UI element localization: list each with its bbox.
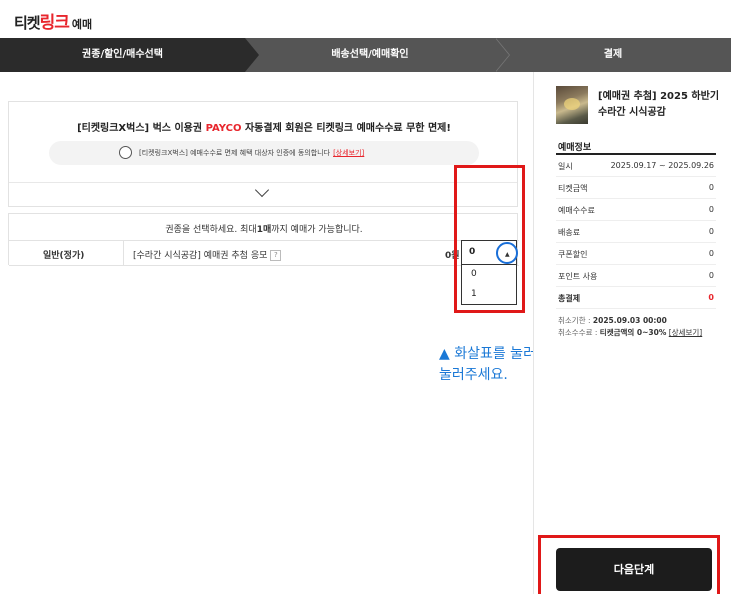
promo-title: [티켓링크X벅스] 벅스 이용권 PAYCO 자동결제 회원은 티켓링크 예매수… [9, 119, 519, 134]
summary-value: 0 [708, 249, 714, 258]
quantity-option-0[interactable]: 0 [471, 269, 477, 279]
ticket-separator [123, 241, 124, 265]
agree-row: [티켓링크X벅스] 예매수수료 면제 혜택 대상자 인증에 동의합니다 [상세보기… [49, 141, 479, 165]
summary-value: 0 [708, 183, 714, 192]
cancel-info: 취소기한 : 2025.09.03 00:00 취소수수료 : 티켓금액의 0~… [558, 315, 702, 339]
summary-label: 총결제 [558, 294, 581, 303]
cancel-fee-detail-link[interactable]: [상세보기] [669, 328, 702, 337]
next-step-button[interactable]: 다음단계 [556, 548, 712, 591]
ticket-info: 권종을 선택하세요. 최대1매까지 예매가 가능합니다. [9, 222, 519, 235]
summary-value: 2025.09.17 ~ 2025.09.26 [610, 161, 714, 170]
logo-text-2: 링크 [39, 13, 70, 33]
summary-row-total: 총결제 0 [556, 287, 716, 309]
step-1-current: 권종/할인/매수선택 [0, 38, 245, 72]
summary-value: 0 [708, 205, 714, 214]
quantity-select[interactable]: 0 ▲ [461, 240, 518, 265]
ticket-info-suffix: 까지 예매가 가능합니다. [271, 225, 363, 235]
summary-value: 0 [708, 227, 714, 236]
step-1-chevron [245, 38, 259, 72]
summary-row-shipping: 배송료 0 [556, 221, 716, 243]
cancel-fee-value: 티켓금액의 0~30% [599, 328, 667, 337]
summary-label: 티켓금액 [558, 184, 588, 193]
step-bar: 권종/할인/매수선택 배송선택/예매확인 결제 [0, 38, 731, 72]
promo-title-suffix: 자동결제 회원은 티켓링크 예매수수료 무한 면제! [241, 123, 451, 134]
event-title: [예매권 추첨] 2025 하반기 수라간 시식공감 [598, 91, 720, 118]
ticketlink-logo[interactable]: 티켓링크 예매 [14, 8, 92, 33]
order-summary-panel: [예매권 추첨] 2025 하반기 수라간 시식공감 예매정보 일시 2025.… [533, 72, 731, 594]
summary-label: 포인트 사용 [558, 272, 598, 281]
agree-text: [티켓링크X벅스] 예매수수료 면제 혜택 대상자 인증에 동의합니다 [139, 149, 331, 157]
summary-section-title: 예매정보 [558, 143, 592, 153]
ticket-info-prefix: 권종을 선택하세요. 최대 [165, 225, 257, 235]
quantity-dropdown: 0 1 [461, 265, 517, 305]
agree-detail-link[interactable]: [상세보기] [333, 149, 364, 157]
summary-label: 쿠폰할인 [558, 250, 588, 259]
header: 티켓링크 예매 [0, 0, 731, 38]
agree-radio[interactable] [119, 146, 132, 159]
step-2: 배송선택/예매확인 [331, 49, 409, 60]
quantity-arrow-highlight[interactable]: ▲ [496, 242, 518, 264]
summary-value: 0 [708, 271, 714, 280]
summary-label: 예매수수료 [558, 206, 595, 215]
event-poster [556, 86, 588, 124]
summary-total-value: 0 [708, 293, 714, 302]
ticket-name-text: [수라간 시식공감] 예매권 추첨 응모 [133, 251, 268, 261]
caret-up-icon[interactable]: ▲ [505, 251, 510, 258]
cancel-deadline-value: 2025.09.03 00:00 [592, 316, 667, 325]
ticket-select-box: 권종을 선택하세요. 최대1매까지 예매가 가능합니다. 일반(정가) [수라간… [8, 213, 519, 266]
promo-title-payco: PAYCO [205, 123, 242, 134]
main-content: [티켓링크X벅스] 벅스 이용권 PAYCO 자동결제 회원은 티켓링크 예매수… [0, 72, 533, 594]
ticket-type: 일반(정가) [43, 251, 85, 261]
summary-row-ticket-price: 티켓금액 0 [556, 177, 716, 199]
promo-title-prefix: [티켓링크X벅스] 벅스 이용권 [77, 123, 206, 134]
chevron-down-icon[interactable] [254, 182, 270, 198]
quantity-selected-value: 0 [469, 247, 476, 257]
promo-box: [티켓링크X벅스] 벅스 이용권 PAYCO 자동결제 회원은 티켓링크 예매수… [8, 101, 518, 207]
ticket-row: 일반(정가) [수라간 시식공감] 예매권 추첨 응모? 0원 [9, 240, 519, 266]
logo-text-1: 티켓 [14, 14, 41, 32]
summary-row-points: 포인트 사용 0 [556, 265, 716, 287]
cancel-deadline-label: 취소기한 : [558, 316, 593, 325]
agree-label: [티켓링크X벅스] 예매수수료 면제 혜택 대상자 인증에 동의합니다 [상세보기… [139, 148, 364, 158]
step-3: 결제 [603, 49, 623, 60]
ticket-info-max: 1매 [256, 225, 272, 235]
summary-row-coupon: 쿠폰할인 0 [556, 243, 716, 265]
summary-row-date: 일시 2025.09.17 ~ 2025.09.26 [556, 155, 716, 177]
summary-label: 배송료 [558, 228, 581, 237]
promo-divider [9, 182, 517, 183]
logo-text-3: 예매 [71, 18, 93, 31]
help-icon[interactable]: ? [270, 250, 282, 261]
cancel-fee-label: 취소수수료 : [558, 328, 600, 337]
ticket-name: [수라간 시식공감] 예매권 추첨 응모? [133, 248, 282, 261]
summary-row-fee: 예매수수료 0 [556, 199, 716, 221]
summary-label: 일시 [558, 162, 573, 171]
quantity-option-1[interactable]: 1 [471, 289, 477, 299]
step-2-chevron [495, 38, 509, 72]
